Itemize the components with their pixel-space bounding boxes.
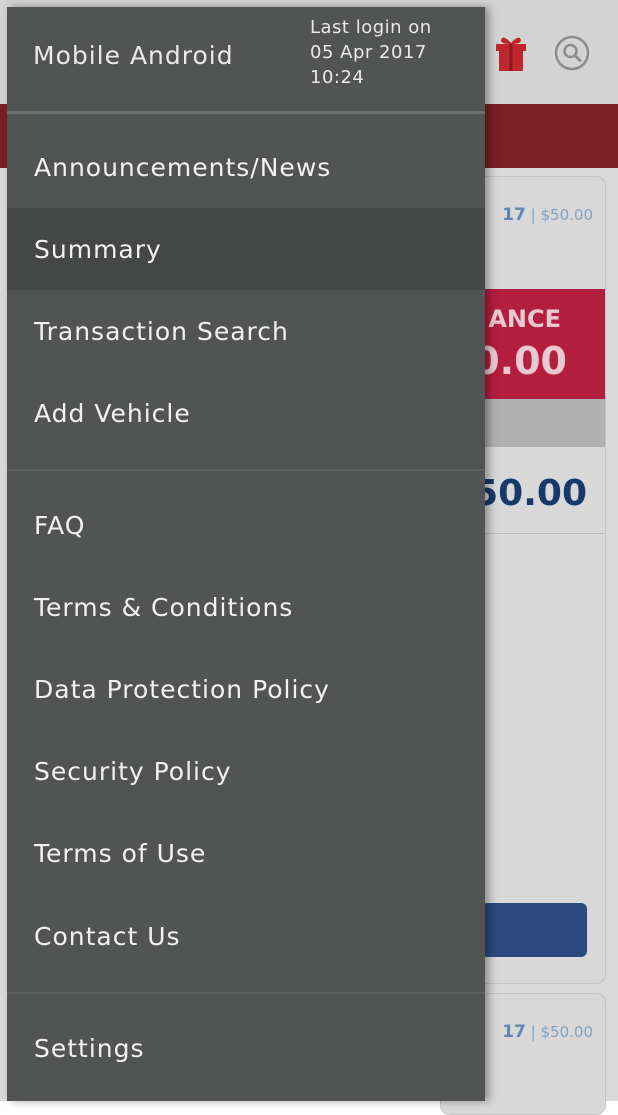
date-separator: |	[530, 206, 536, 224]
search-icon[interactable]	[553, 34, 591, 72]
menu-separator	[7, 992, 485, 994]
card-date-fragment: 17	[502, 1022, 526, 1042]
menu-item-label: Data Protection Policy	[34, 674, 330, 704]
menu-item-contact-us[interactable]: Contact Us	[7, 895, 485, 977]
balance-label: ANCE	[488, 305, 561, 333]
last-login-time: 10:24	[310, 67, 365, 88]
last-login-label: Last login on	[310, 17, 432, 38]
card-date: 17 | $50.00	[502, 1022, 593, 1042]
card-date-fragment: 17	[502, 205, 526, 225]
menu-item-label: Terms & Conditions	[34, 592, 294, 622]
date-separator: |	[530, 1023, 536, 1041]
user-name: Mobile Android	[33, 41, 234, 70]
menu-item-label: Summary	[34, 234, 162, 264]
last-login-date: 05 Apr 2017	[310, 42, 427, 63]
menu-item-label: Contact Us	[34, 921, 181, 951]
gift-icon[interactable]	[493, 34, 529, 72]
menu-item-label: Transaction Search	[34, 316, 289, 346]
menu-item-label: Settings	[34, 1033, 145, 1063]
card-date: 17 | $50.00	[502, 205, 593, 225]
menu-item-label: FAQ	[34, 510, 86, 540]
menu-item-data-protection-policy[interactable]: Data Protection Policy	[7, 648, 485, 730]
menu-item-summary[interactable]: Summary	[7, 208, 485, 290]
amount-value: 50.00	[473, 473, 587, 514]
menu-separator	[7, 469, 485, 471]
balance-value: 0.00	[473, 339, 567, 383]
menu-item-terms-conditions[interactable]: Terms & Conditions	[7, 566, 485, 648]
last-login-info: Last login on 05 Apr 2017 10:24	[310, 15, 480, 90]
menu-item-settings[interactable]: Settings	[7, 1007, 485, 1089]
menu-item-transaction-search[interactable]: Transaction Search	[7, 290, 485, 372]
menu-item-faq[interactable]: FAQ	[7, 484, 485, 566]
card-amount-fragment: $50.00	[540, 1023, 594, 1041]
drawer-header: Mobile Android Last login on 05 Apr 2017…	[7, 7, 485, 114]
menu-item-label: Security Policy	[34, 756, 232, 786]
card-action-button[interactable]	[481, 903, 587, 957]
menu-item-add-vehicle[interactable]: Add Vehicle	[7, 372, 485, 454]
menu-item-terms-of-use[interactable]: Terms of Use	[7, 812, 485, 894]
menu-item-label: Terms of Use	[34, 838, 207, 868]
menu-item-label: Announcements/News	[34, 152, 332, 182]
menu-item-label: Add Vehicle	[34, 398, 191, 428]
card-amount-fragment: $50.00	[540, 206, 594, 224]
navigation-drawer: Mobile Android Last login on 05 Apr 2017…	[7, 7, 485, 1101]
menu-item-security-policy[interactable]: Security Policy	[7, 730, 485, 812]
menu-item-announcements-news[interactable]: Announcements/News	[7, 126, 485, 208]
